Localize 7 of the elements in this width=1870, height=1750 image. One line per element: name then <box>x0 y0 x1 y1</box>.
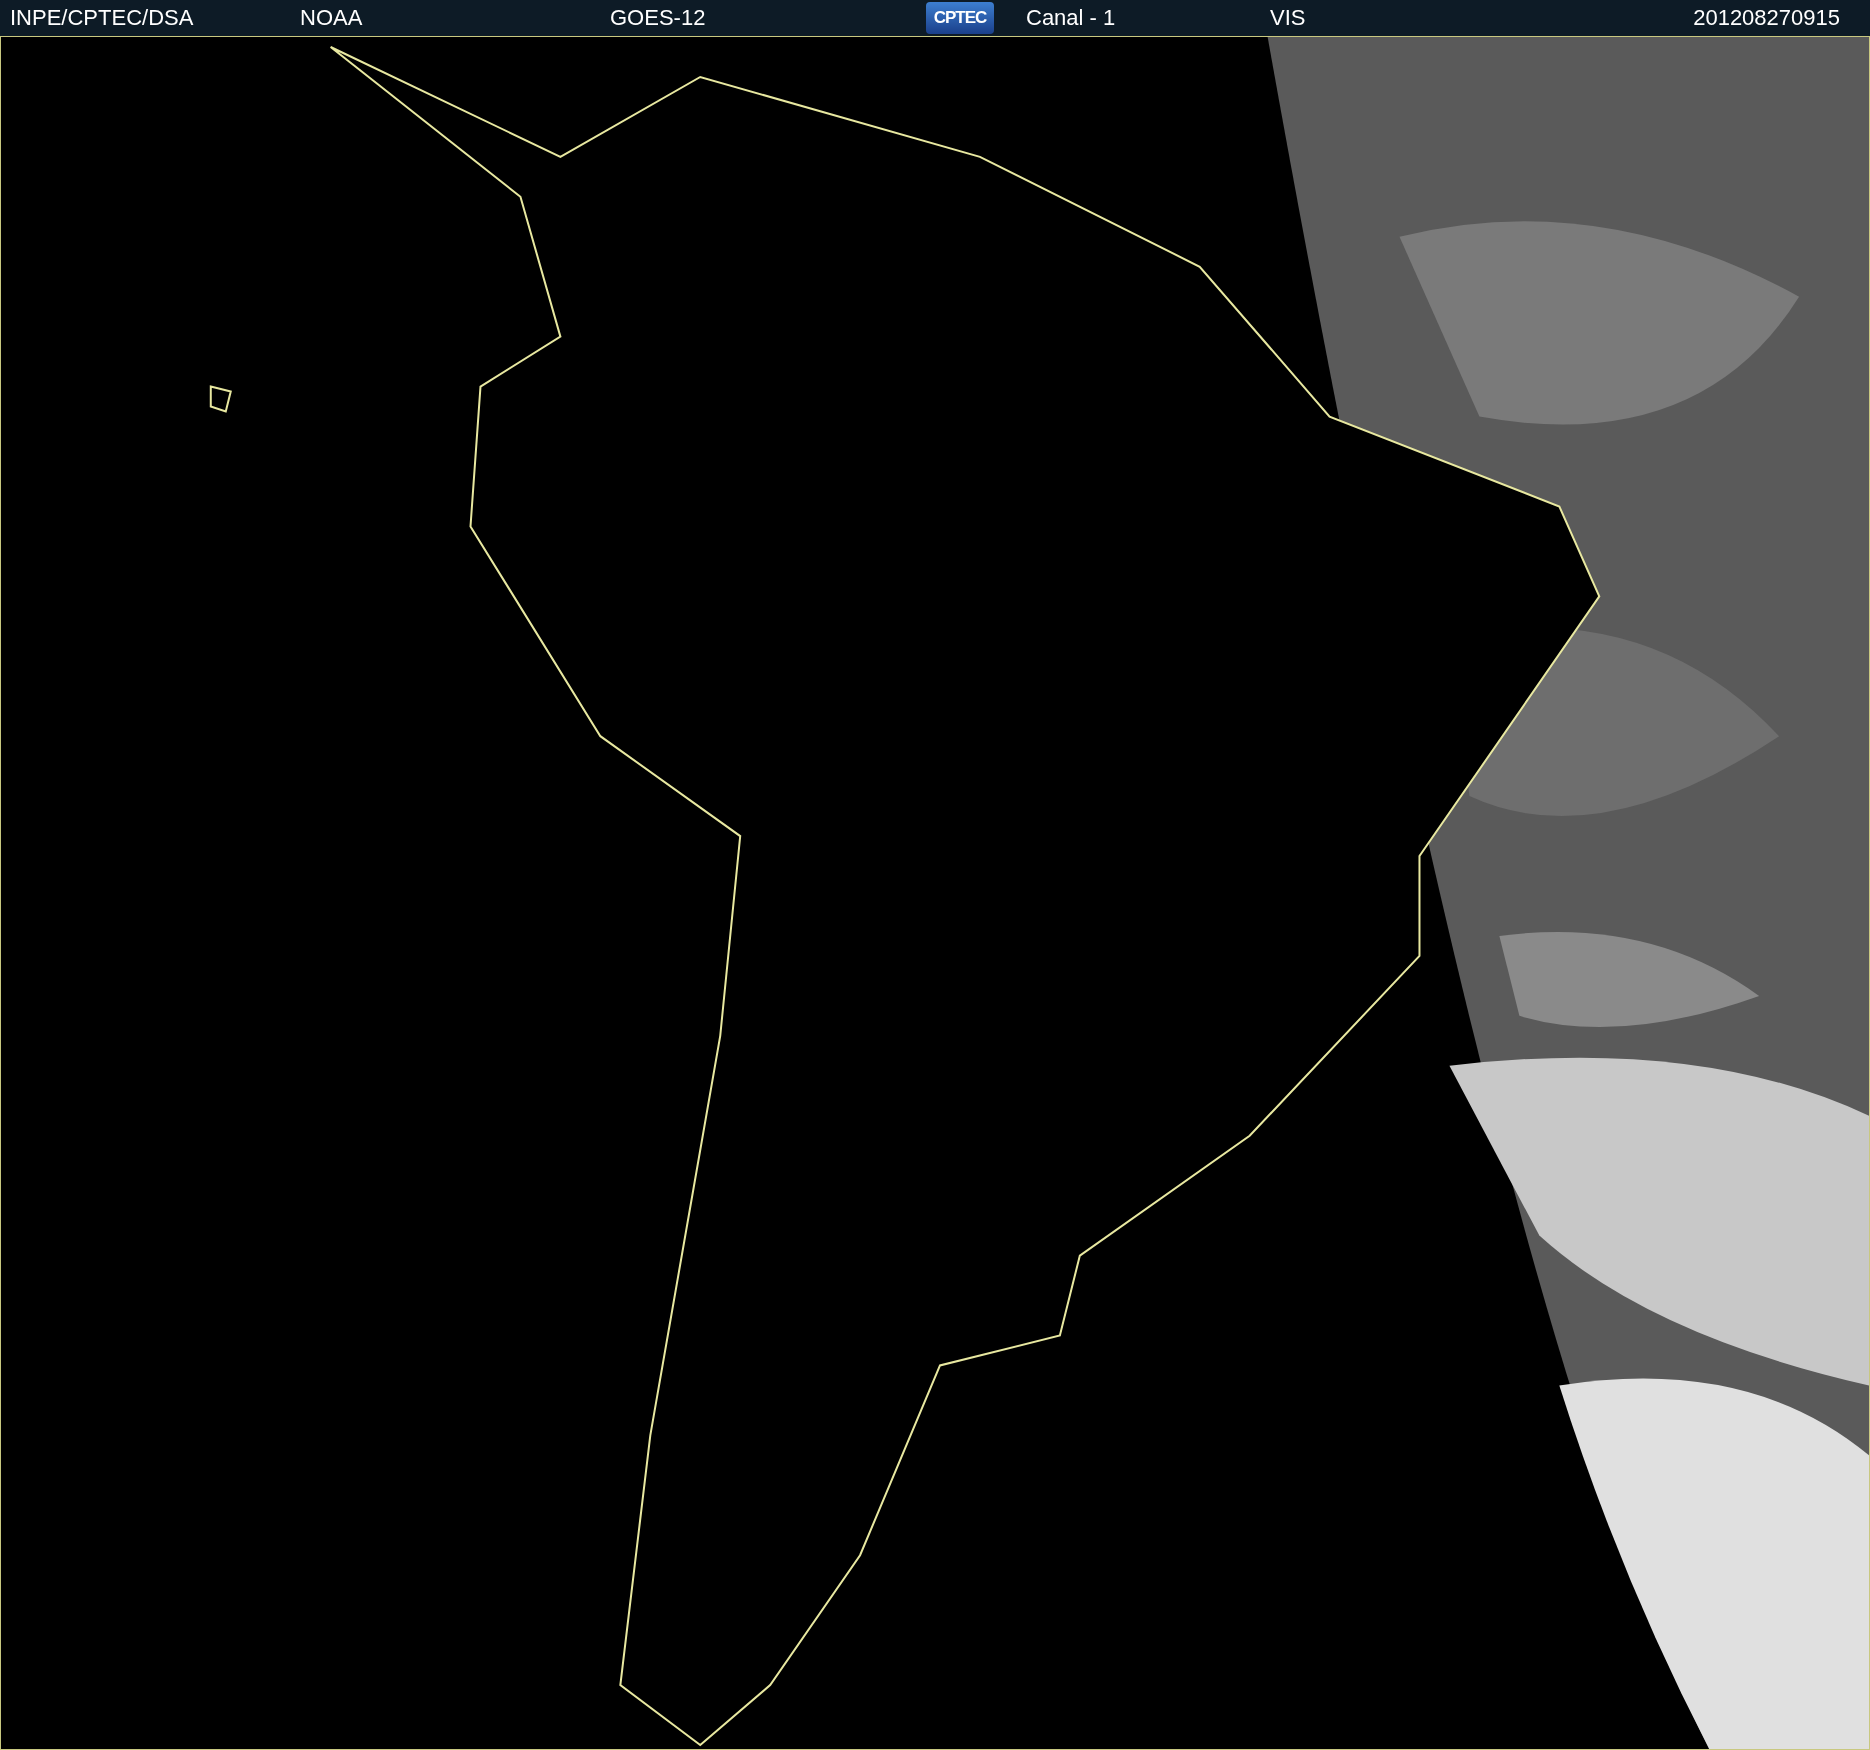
band-label: VIS <box>1270 5 1306 31</box>
agency-label: NOAA <box>300 5 363 31</box>
timestamp-label: 201208270915 <box>1693 5 1840 31</box>
source-label: INPE/CPTEC/DSA <box>10 5 194 31</box>
satellite-label: GOES-12 <box>610 5 706 31</box>
logo: CPTEC <box>926 2 994 34</box>
channel-label: Canal - 1 <box>1026 5 1116 31</box>
